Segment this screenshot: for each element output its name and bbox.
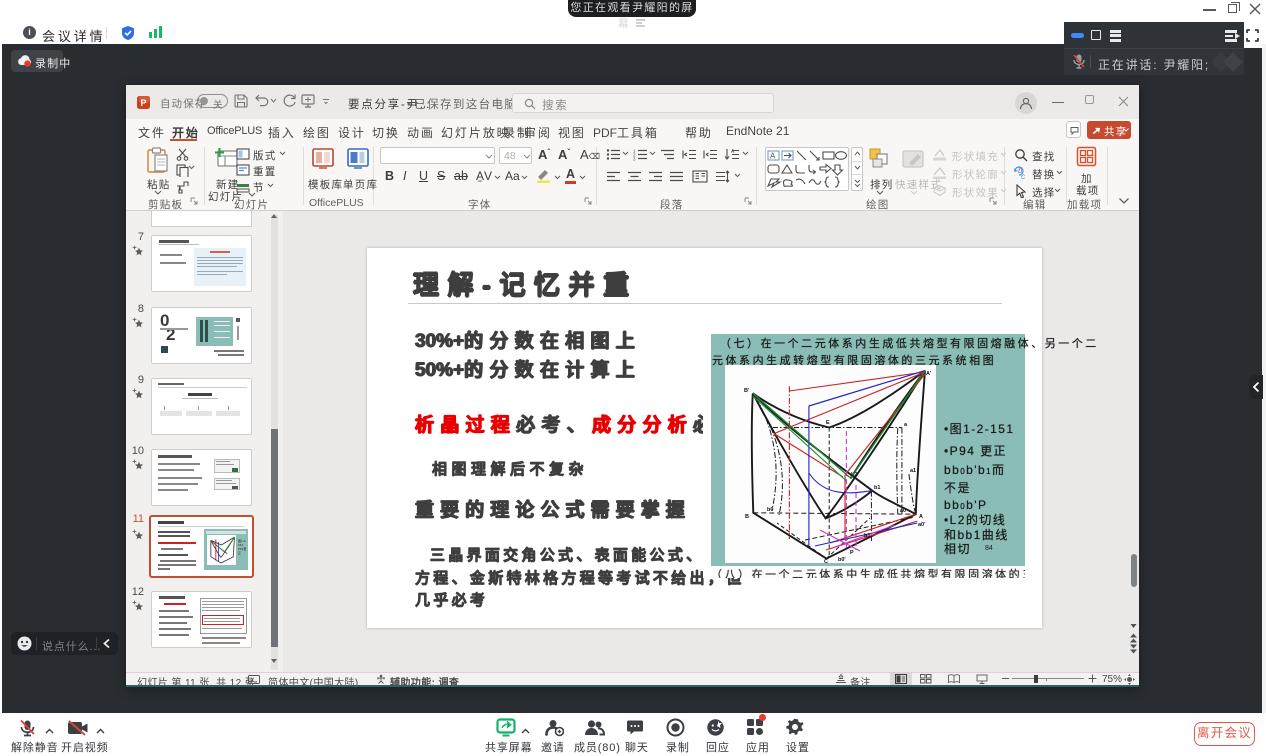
svg-text:E: E: [826, 420, 830, 426]
svg-text:b1: b1: [864, 533, 870, 539]
svg-text:P: P: [850, 550, 854, 556]
svg-text:b0': b0': [838, 557, 846, 563]
svg-text:a0: a0: [900, 508, 906, 514]
svg-text:3: 3: [633, 157, 636, 162]
svg-text:C: C: [824, 559, 828, 563]
svg-text:a: a: [904, 422, 908, 428]
svg-text:a0': a0': [918, 522, 926, 528]
svg-text:b1: b1: [874, 485, 880, 491]
svg-text:A: A: [770, 152, 776, 161]
svg-text:L2: L2: [851, 472, 857, 478]
svg-text:b0: b0: [767, 507, 773, 513]
svg-text:B': B': [744, 388, 750, 394]
svg-text:P: P: [140, 98, 146, 108]
svg-text:a1: a1: [910, 468, 916, 474]
svg-text:A': A': [926, 371, 932, 377]
svg-text:A: A: [919, 514, 923, 520]
svg-text:B: B: [745, 514, 749, 520]
